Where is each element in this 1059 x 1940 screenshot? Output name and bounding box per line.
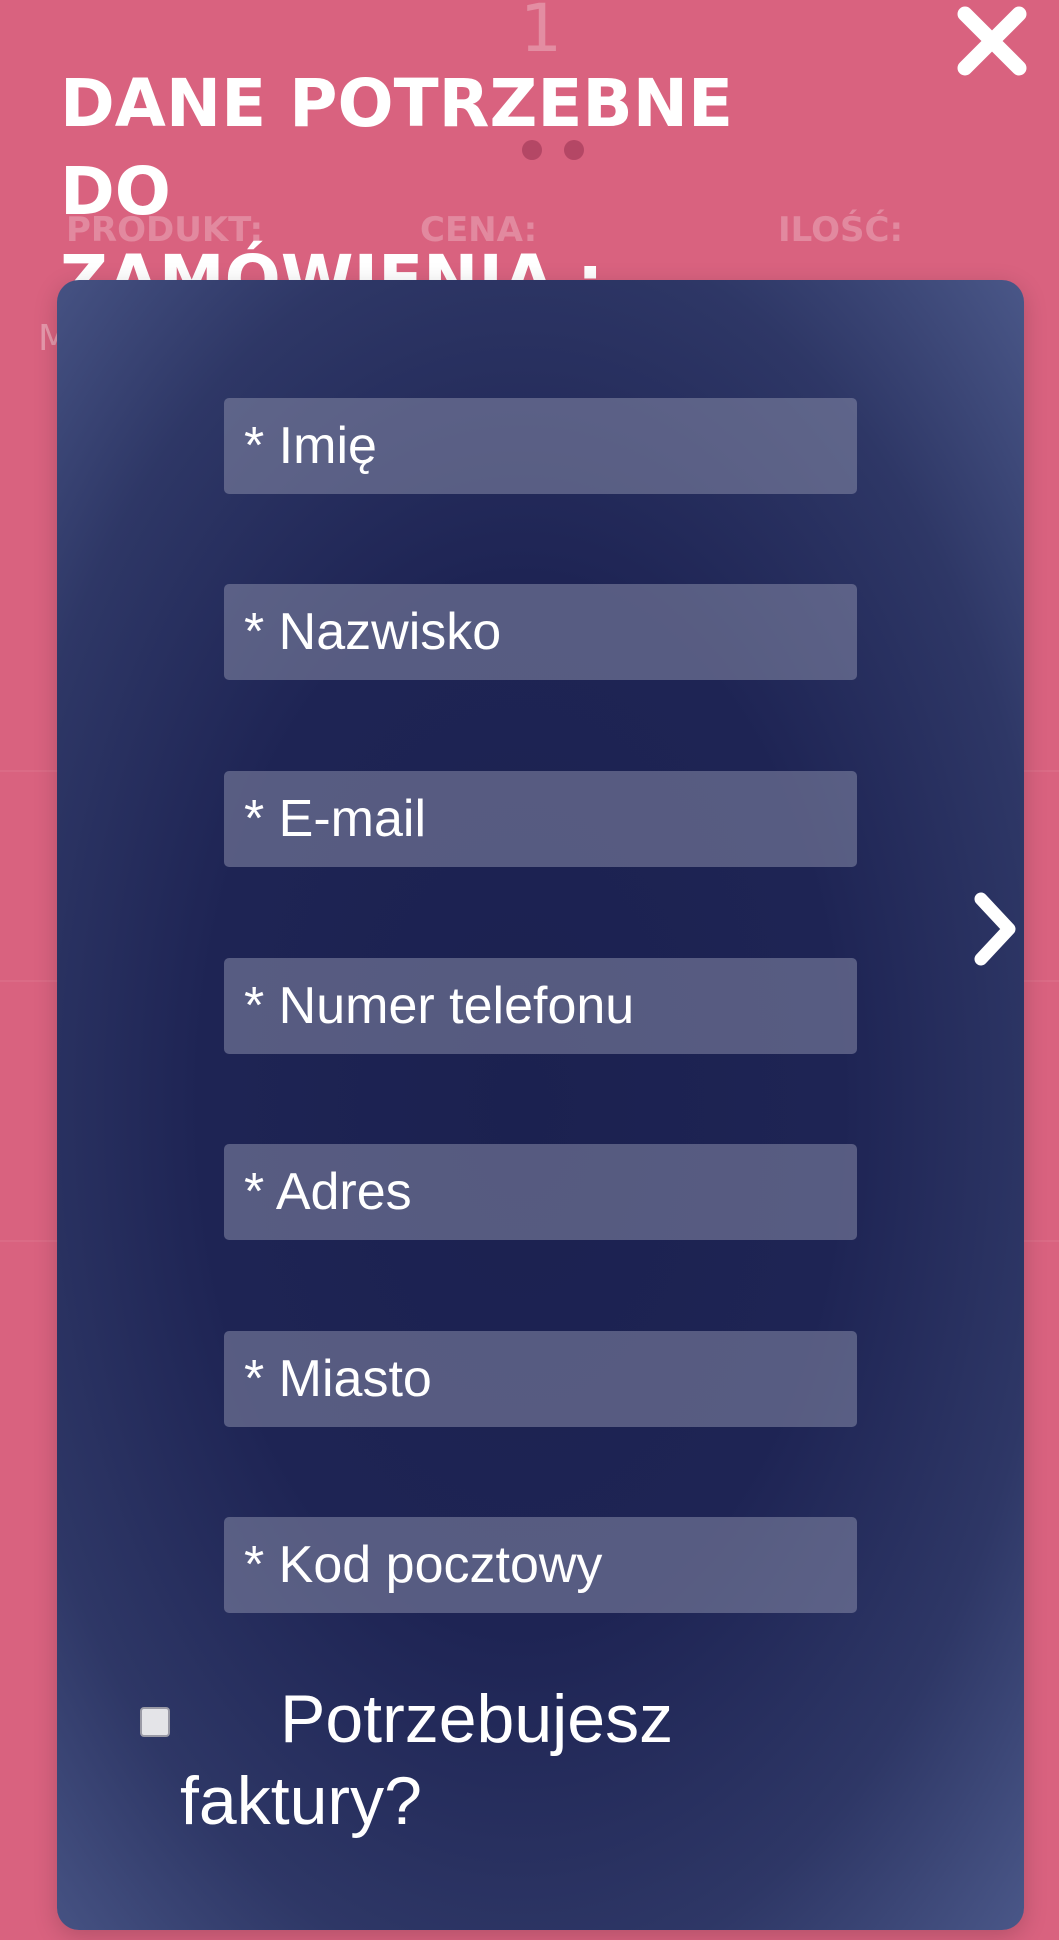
first-name-field[interactable] xyxy=(224,398,857,494)
chevron-right-icon xyxy=(974,892,1016,966)
phone-field[interactable] xyxy=(224,958,857,1054)
modal-title-line1: DANE POTRZEBNE DO xyxy=(60,65,734,230)
order-form-panel: Potrzebujesz faktury? xyxy=(57,280,1024,1930)
next-button[interactable] xyxy=(966,884,1026,974)
order-data-modal: DANE POTRZEBNE DO ZAMÓWIENIA : Potrzebuj… xyxy=(0,0,1059,1940)
last-name-field[interactable] xyxy=(224,584,857,680)
close-button[interactable] xyxy=(955,4,1029,78)
city-field[interactable] xyxy=(224,1331,857,1427)
address-field[interactable] xyxy=(224,1144,857,1240)
invoice-label: Potrzebujesz faktury? xyxy=(180,1681,674,1839)
email-field[interactable] xyxy=(224,771,857,867)
invoice-checkbox[interactable] xyxy=(140,1707,170,1737)
close-icon xyxy=(957,6,1027,76)
postal-code-field[interactable] xyxy=(224,1517,857,1613)
